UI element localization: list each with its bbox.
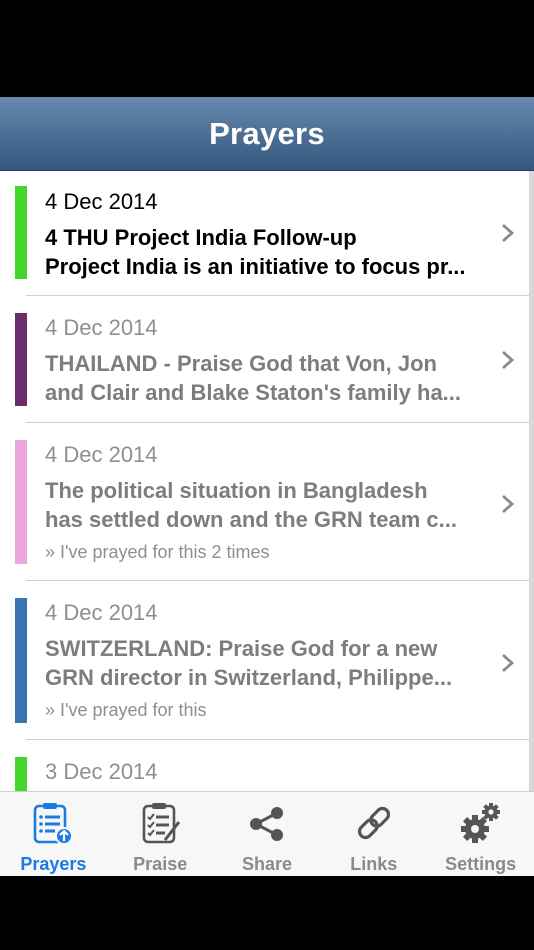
prayer-date: 4 Dec 2014 (45, 189, 158, 214)
list-item[interactable]: 4 Dec 2014 THAILAND - Praise God that Vo… (0, 297, 529, 423)
tab-settings[interactable]: Settings (427, 792, 534, 876)
tab-label: Praise (133, 854, 188, 874)
list-item[interactable]: 4 Dec 2014 4 THU Project India Follow-up… (0, 171, 529, 296)
chevron-right-icon (502, 350, 515, 370)
row-divider (26, 422, 529, 423)
prayer-text-line: SWITZERLAND: Praise God for a new (45, 636, 438, 661)
category-color-bar (15, 313, 27, 406)
chevron-right-icon (502, 494, 515, 514)
tab-label: Share (241, 854, 292, 874)
tab-praise[interactable]: Praise (107, 792, 214, 876)
prayer-text-line: GRN director in Switzerland, Philippe... (45, 665, 453, 690)
prayer-text: The political situation in Bangladesh ha… (45, 476, 471, 534)
chevron-right-icon (502, 653, 515, 673)
category-color-bar (15, 440, 27, 564)
prayer-text: SWITZERLAND: Praise God for a new GRN di… (45, 634, 471, 692)
page-title: Prayers (209, 115, 325, 151)
category-color-bar (15, 186, 27, 279)
prayer-list-icon (34, 803, 74, 845)
app-screen: Prayers 4 Dec 2014 4 THU Project India F… (0, 97, 534, 876)
prayer-text-line: Project India is an initiative to focus … (45, 254, 466, 279)
prayer-text-line: The political situation in Bangladesh (45, 478, 428, 503)
chevron-right-icon (502, 223, 515, 243)
row-divider (26, 580, 529, 581)
tab-links[interactable]: Links (320, 792, 427, 876)
category-color-bar (15, 598, 27, 723)
prayer-date: 4 Dec 2014 (45, 600, 158, 625)
prayer-date: 4 Dec 2014 (45, 315, 158, 340)
list-item[interactable]: 4 Dec 2014 The political situation in Ba… (0, 424, 529, 581)
navigation-bar: Prayers (0, 97, 534, 171)
tab-label: Settings (445, 854, 517, 874)
prayer-date: 4 Dec 2014 (45, 442, 158, 467)
list-item[interactable]: 4 Dec 2014 SWITZERLAND: Praise God for a… (0, 582, 529, 740)
prayer-text: THAILAND - Praise God that Von, Jon and … (45, 349, 471, 407)
list-item[interactable]: 3 Dec 2014 (0, 741, 529, 791)
prayer-text-line: and Clair and Blake Staton's family ha..… (45, 380, 462, 405)
tab-bar: Prayers Praise Share Links Settings (0, 791, 534, 876)
tab-label: Links (350, 854, 398, 874)
row-divider (26, 295, 529, 296)
category-color-bar (15, 757, 27, 791)
prayer-text-line: has settled down and the GRN team c... (45, 507, 457, 532)
link-icon (357, 806, 390, 840)
prayer-text: 4 THU Project India Follow-up Project In… (45, 223, 471, 281)
tab-share[interactable]: Share (214, 792, 321, 876)
prayer-date: 3 Dec 2014 (45, 759, 158, 784)
share-icon (249, 807, 283, 841)
gear-icon (460, 803, 500, 843)
tab-label: Prayers (20, 854, 87, 874)
tab-prayers[interactable]: Prayers (0, 792, 107, 876)
row-divider (26, 739, 529, 740)
prayed-count: » I've prayed for this (45, 700, 207, 720)
praise-checklist-icon (142, 803, 181, 844)
prayed-count: » I've prayed for this 2 times (45, 542, 270, 562)
prayer-text-line: THAILAND - Praise God that Von, Jon (45, 351, 437, 376)
prayer-list[interactable]: 4 Dec 2014 4 THU Project India Follow-up… (0, 171, 534, 791)
prayer-text-line: 4 THU Project India Follow-up (45, 225, 357, 250)
